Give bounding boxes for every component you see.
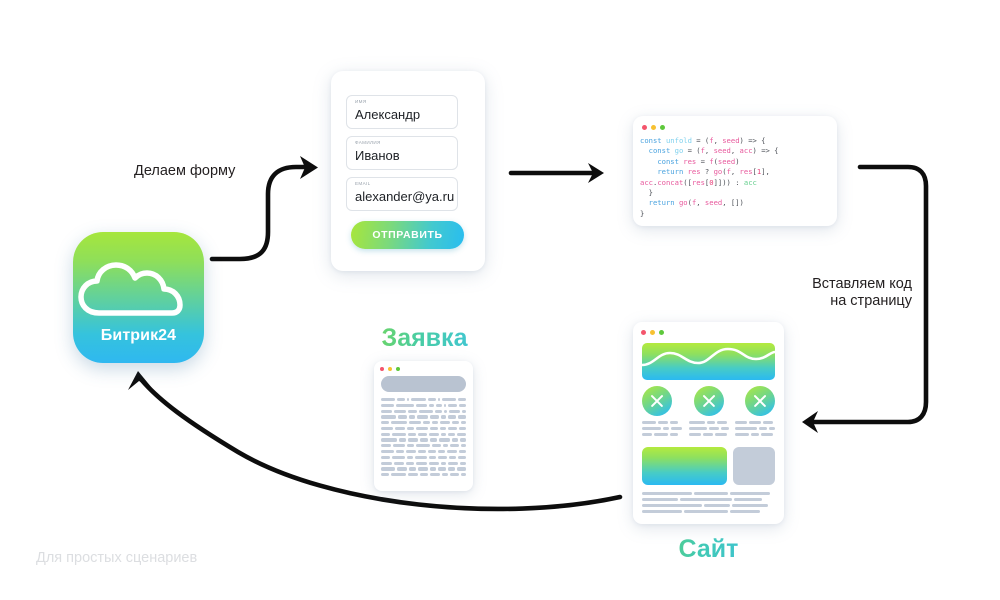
doc-text-row [381,415,466,419]
arrowhead-to-icon [128,371,152,390]
doc-text-row [381,432,467,436]
doc-text-row [381,473,466,477]
document-title: Заявка [362,324,487,353]
doc-text-row [381,438,466,442]
maximize-dot-icon[interactable] [659,330,664,335]
site-caption-column [642,421,683,438]
arrowhead-to-form [300,156,318,179]
site-traffic-lights [641,330,664,335]
document-card [374,361,473,491]
doc-text-row [381,467,466,471]
doc-text-rows [381,398,467,479]
footnote-text: Для простых сценариев [36,550,198,566]
doc-text-row [381,461,466,465]
doc-text-row [381,398,466,402]
form-card: ИМЯ Александр ФАМИЛИЯ Иванов EMAIL alexa… [331,71,485,271]
site-caption-columns [642,421,775,438]
doc-text-row [381,403,466,407]
close-x-icon[interactable] [642,386,672,416]
field-value-first-name: Александр [355,107,421,122]
field-email[interactable]: EMAIL alexander@ya.ru [346,177,458,211]
site-content-blocks [642,447,775,485]
close-dot-icon[interactable] [380,367,384,371]
cloud-icon [73,260,204,322]
doc-hero-placeholder [381,376,466,392]
window-traffic-lights [642,125,665,130]
annotation-insert-code: Вставляем код на страницу [812,276,912,309]
maximize-dot-icon[interactable] [396,367,400,371]
site-card [633,322,784,524]
site-footer-rows [642,492,775,516]
arrowhead-to-code [588,163,604,183]
minimize-dot-icon[interactable] [650,330,655,335]
doc-text-row [381,409,466,413]
code-window: const unfold = (f, seed) => { const go =… [633,116,837,226]
doc-text-row [381,421,466,425]
close-x-icon[interactable] [745,386,775,416]
site-caption-column [688,421,729,438]
field-last-name[interactable]: ФАМИЛИЯ Иванов [346,136,458,170]
site-title: Сайт [633,535,784,564]
site-gradient-block [642,447,727,485]
doc-traffic-lights [380,367,400,371]
close-dot-icon[interactable] [641,330,646,335]
arrowhead-to-site [802,411,818,433]
arrow-icon-to-form [209,164,307,262]
bitrix24-brand-label: Битрик24 [100,327,177,344]
doc-text-row [381,426,466,431]
site-footer-row [642,497,775,502]
maximize-dot-icon[interactable] [660,125,665,130]
minimize-dot-icon[interactable] [651,125,656,130]
minimize-dot-icon[interactable] [388,367,392,371]
close-x-icon[interactable] [693,386,724,416]
site-caption-column [735,421,775,438]
field-first-name[interactable]: ИМЯ Александр [346,95,458,129]
site-footer-row [642,503,775,508]
code-content: const unfold = (f, seed) => { const go =… [640,136,779,218]
submit-button[interactable]: ОТПРАВИТЬ [351,221,464,249]
doc-text-row [381,450,466,454]
annotation-make-form: Делаем форму [134,163,236,179]
field-value-last-name: Иванов [355,148,400,163]
doc-text-row [381,455,466,459]
close-dot-icon[interactable] [642,125,647,130]
site-feature-icons [642,386,775,416]
field-value-email: alexander@ya.ru [355,189,455,204]
diagram-canvas: Битрик24 ИМЯ Александр ФАМИЛИЯ Иванов EM… [0,0,1000,600]
bitrix24-app-icon[interactable]: Битрик24 [73,232,204,363]
site-hero-banner [642,343,775,380]
doc-text-row [381,444,466,448]
site-footer-row [642,492,775,496]
site-footer-row [642,509,775,514]
site-gray-block [733,447,775,485]
